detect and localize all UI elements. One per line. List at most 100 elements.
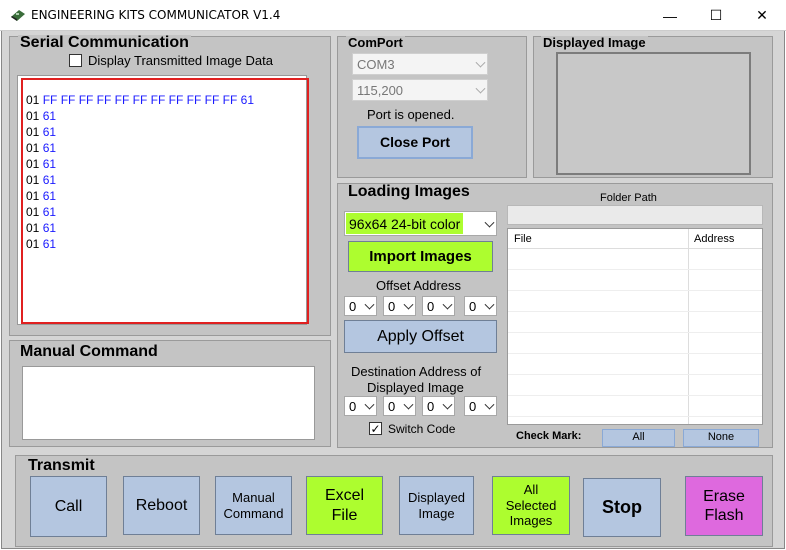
image-format-select[interactable]: 96x64 24-bit color xyxy=(344,211,497,236)
all-selected-images-button[interactable]: All Selected Images xyxy=(492,476,570,535)
title-bar: ENGINEERING KITS COMMUNICATOR V1.4 — ☐ ✕ xyxy=(0,0,786,31)
checkmark-icon: ✓ xyxy=(370,421,381,436)
reboot-label: Reboot xyxy=(135,496,188,514)
erase-flash-button[interactable]: Erase Flash xyxy=(685,476,763,536)
displayed-image-button[interactable]: Displayed Image xyxy=(399,476,474,535)
close-icon: ✕ xyxy=(756,7,768,23)
log-line: 01 61 xyxy=(26,124,305,140)
chevron-down-icon xyxy=(475,83,486,94)
log-line-data: 61 xyxy=(42,157,57,171)
close-port-button[interactable]: Close Port xyxy=(357,126,473,159)
offset-address-select-2[interactable]: 0 xyxy=(383,296,416,316)
stop-button[interactable]: Stop xyxy=(583,478,661,537)
manual-command-input[interactable] xyxy=(22,366,315,440)
manual-command-group: Manual Command xyxy=(9,340,331,447)
com-port-value: COM3 xyxy=(357,56,395,72)
excel-file-button[interactable]: Excel File xyxy=(306,476,383,535)
display-transmitted-checkbox[interactable] xyxy=(69,54,82,67)
offset-address-select-4[interactable]: 0 xyxy=(464,296,497,316)
list-row-separator xyxy=(508,353,762,354)
chevron-down-icon xyxy=(484,299,495,310)
check-all-button[interactable]: All xyxy=(602,429,675,447)
chevron-down-icon xyxy=(364,299,375,310)
log-line-data: 61 xyxy=(42,237,57,251)
erase-flash-label-1: Erase xyxy=(703,487,745,505)
baud-rate-select[interactable]: 115,200 xyxy=(352,79,488,101)
offset-address-select-1[interactable]: 0 xyxy=(344,296,377,316)
reboot-button[interactable]: Reboot xyxy=(123,476,200,535)
manual-command-button[interactable]: Manual Command xyxy=(215,476,292,535)
maximize-icon: ☐ xyxy=(709,7,723,23)
list-row-separator xyxy=(508,416,762,417)
all-selected-label-3: Images xyxy=(509,513,553,529)
destination-address-select-2[interactable]: 0 xyxy=(383,396,416,416)
displayed-image-label-2: Image xyxy=(418,505,455,521)
image-file-list[interactable]: File Address xyxy=(507,228,763,425)
port-status-text: Port is opened. xyxy=(367,107,455,122)
destination-address-select-1[interactable]: 0 xyxy=(344,396,377,416)
offset-address-value: 0 xyxy=(427,298,435,314)
app-icon xyxy=(11,10,25,21)
folder-path-label: Folder Path xyxy=(600,192,657,204)
log-line-data: FF FF FF FF FF FF FF FF FF FF FF 61 xyxy=(42,93,254,107)
comport-group: ComPort COM3 115,200 Port is opened. Clo… xyxy=(337,36,527,178)
image-format-value: 96x64 24-bit color xyxy=(346,213,464,234)
all-selected-label-2: Selected xyxy=(505,497,557,513)
import-images-button[interactable]: Import Images xyxy=(348,241,493,272)
log-line-address: 01 xyxy=(26,141,40,155)
check-none-button[interactable]: None xyxy=(683,429,759,447)
log-line-address: 01 xyxy=(26,109,40,123)
displayed-image-group: Displayed Image xyxy=(533,36,773,178)
transmit-group: Transmit Call Reboot Manual Command Exce… xyxy=(15,455,773,547)
destination-address-label-1: Destination Address of xyxy=(351,364,482,379)
list-row-separator xyxy=(508,269,762,270)
log-line: 01 61 xyxy=(26,188,305,204)
list-row-separator xyxy=(508,332,762,333)
folder-path-input[interactable] xyxy=(507,205,763,225)
chevron-down-icon xyxy=(442,399,453,410)
address-column-header[interactable]: Address xyxy=(694,233,734,245)
manual-command-label-1: Manual xyxy=(232,489,275,505)
loading-images-title: Loading Images xyxy=(346,183,472,200)
destination-address-value: 0 xyxy=(349,398,357,414)
chevron-down-icon xyxy=(475,57,486,68)
offset-address-select-3[interactable]: 0 xyxy=(422,296,455,316)
list-row-separator xyxy=(508,290,762,291)
minimize-button[interactable]: — xyxy=(647,0,693,31)
call-button[interactable]: Call xyxy=(30,476,107,537)
log-line: 01 61 xyxy=(26,204,305,220)
log-line-data: 61 xyxy=(42,141,57,155)
log-line-address: 01 xyxy=(26,205,40,219)
check-mark-label: Check Mark: xyxy=(516,430,582,442)
switch-code-checkbox[interactable]: ✓ xyxy=(369,422,382,435)
maximize-button[interactable]: ☐ xyxy=(693,0,739,31)
log-line: 01 61 xyxy=(26,156,305,172)
chevron-down-icon xyxy=(484,217,495,228)
offset-address-value: 0 xyxy=(388,298,396,314)
log-line-data: 61 xyxy=(42,205,57,219)
file-column-header[interactable]: File xyxy=(514,233,532,245)
close-window-button[interactable]: ✕ xyxy=(739,0,785,31)
apply-offset-button[interactable]: Apply Offset xyxy=(344,320,497,353)
chevron-down-icon xyxy=(442,299,453,310)
baud-rate-value: 115,200 xyxy=(357,82,404,98)
destination-address-value: 0 xyxy=(469,398,477,414)
destination-address-select-4[interactable]: 0 xyxy=(464,396,497,416)
erase-flash-label-2: Flash xyxy=(704,507,744,524)
display-transmitted-label: Display Transmitted Image Data xyxy=(88,53,273,68)
log-line: 01 61 xyxy=(26,172,305,188)
destination-address-select-3[interactable]: 0 xyxy=(422,396,455,416)
serial-communication-group: Serial Communication Display Transmitted… xyxy=(9,34,331,336)
serial-log-box[interactable]: 01 FF FF FF FF FF FF FF FF FF FF FF 61 01… xyxy=(17,75,309,325)
serial-communication-title: Serial Communication xyxy=(18,34,191,51)
log-line: 01 61 xyxy=(26,236,305,252)
comport-title: ComPort xyxy=(346,35,405,50)
offset-address-label: Offset Address xyxy=(376,278,462,293)
com-port-select[interactable]: COM3 xyxy=(352,53,488,75)
switch-code-label: Switch Code xyxy=(388,422,456,436)
displayed-image-label-1: Displayed xyxy=(407,489,466,505)
log-line-address: 01 xyxy=(26,93,40,107)
log-line-address: 01 xyxy=(26,221,40,235)
loading-images-group: Loading Images 96x64 24-bit color Import… xyxy=(337,183,773,448)
main-client-area: Serial Communication Display Transmitted… xyxy=(1,31,785,549)
